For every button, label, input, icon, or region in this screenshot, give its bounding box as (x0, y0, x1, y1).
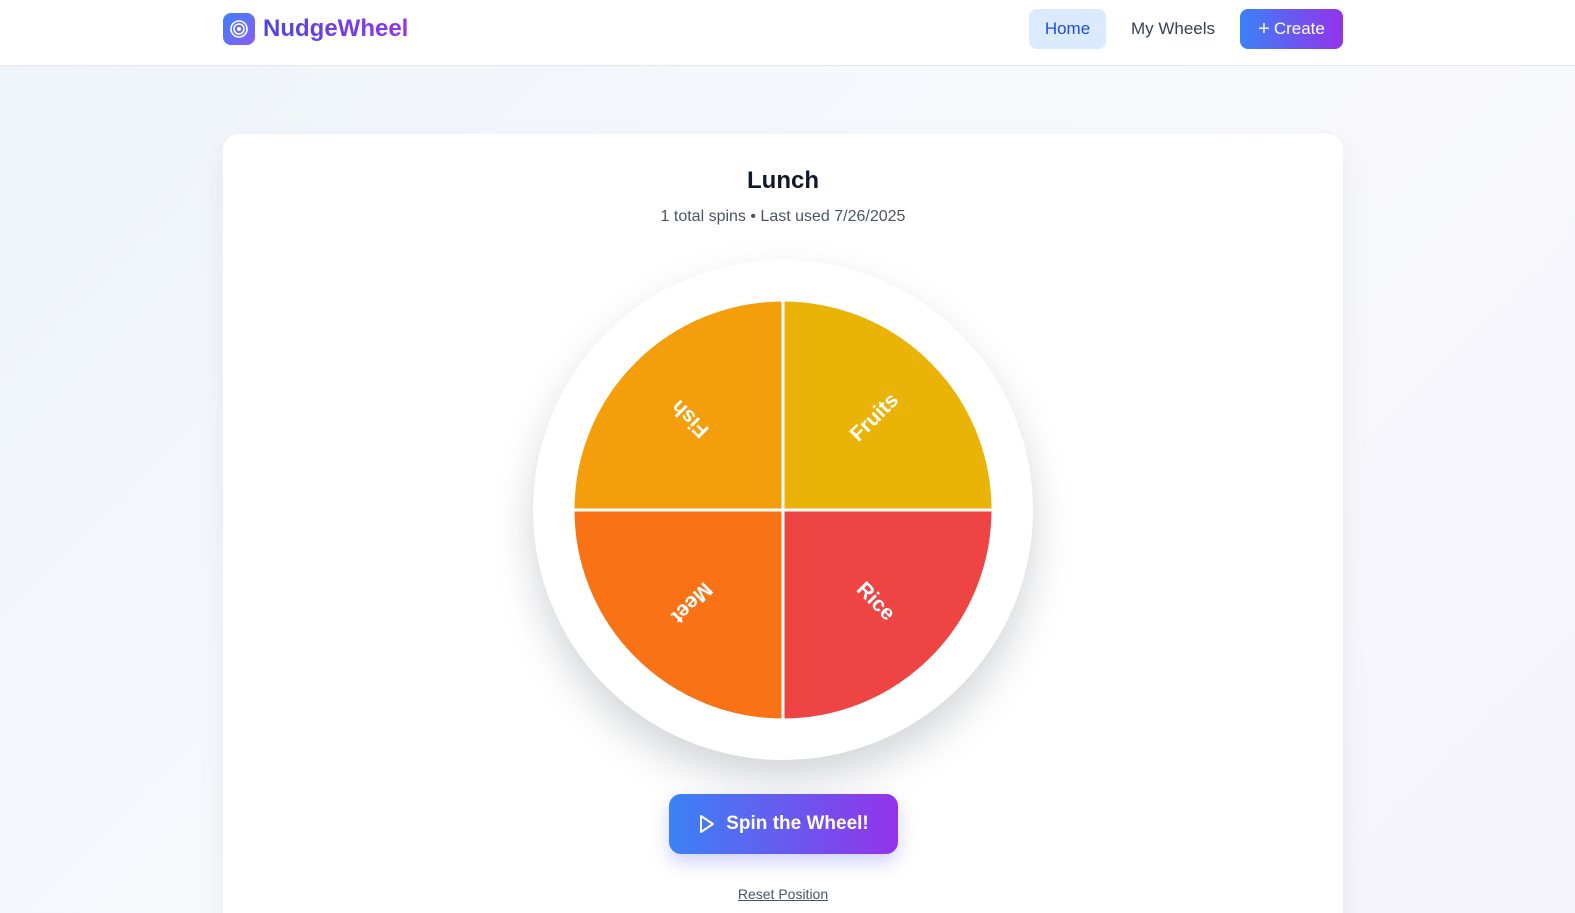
target-icon (223, 13, 255, 45)
brand-logo[interactable]: NudgeWheel (223, 13, 408, 45)
spin-wheel[interactable]: Fruits Rice Meet Fish (533, 260, 1033, 760)
nav-home-link[interactable]: Home (1029, 9, 1106, 49)
wheel-meta: 1 total spins • Last used 7/26/2025 (660, 208, 906, 225)
wheel-title: Lunch (747, 167, 819, 194)
wheel-card: Lunch 1 total spins • Last used 7/26/202… (223, 134, 1343, 913)
nav-create-button[interactable]: + Create (1240, 9, 1343, 49)
reset-position-link[interactable]: Reset Position (223, 886, 1343, 902)
plus-icon: + (1258, 18, 1270, 40)
play-icon (700, 815, 715, 833)
brand-name: NudgeWheel (263, 15, 409, 42)
create-label: Create (1273, 19, 1325, 38)
top-navbar: NudgeWheel Home My Wheels + Create (0, 0, 1575, 66)
nav-my-wheels-link[interactable]: My Wheels (1115, 9, 1231, 49)
wheel-graphic: FruitsRiceMeetFish (571, 298, 995, 722)
spin-label: Spin the Wheel! (726, 813, 869, 834)
spin-button[interactable]: Spin the Wheel! (669, 794, 898, 854)
